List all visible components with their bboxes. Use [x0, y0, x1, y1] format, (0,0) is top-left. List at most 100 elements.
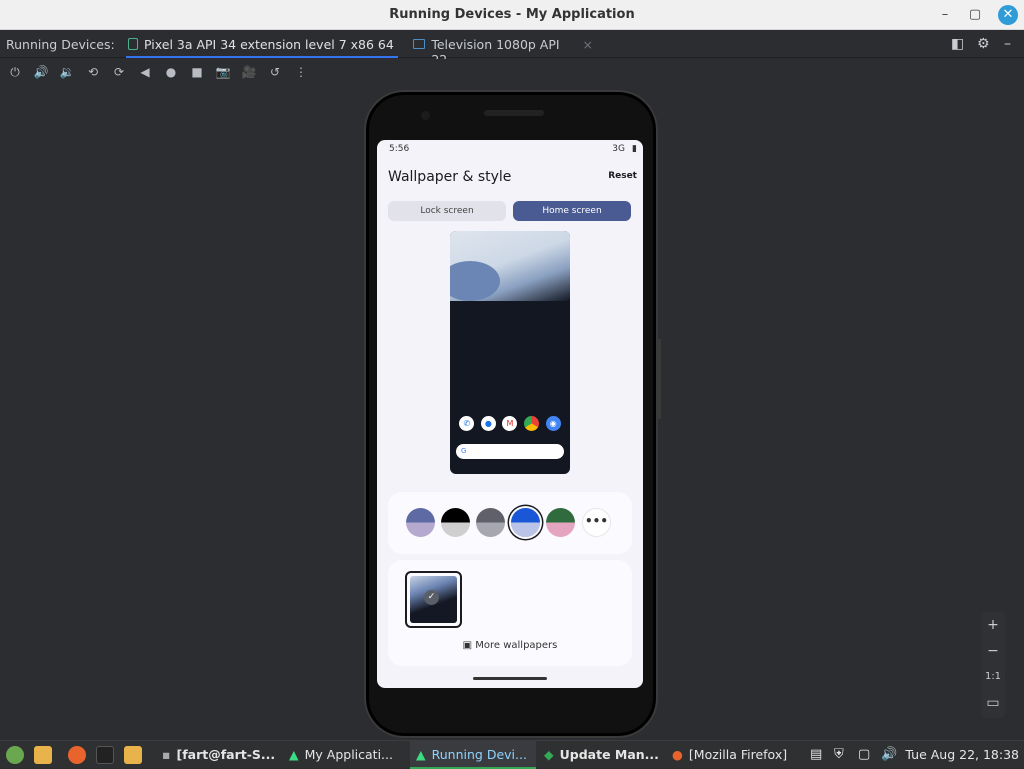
gesture-bar	[473, 677, 547, 680]
more-colors-button[interactable]: •••	[582, 508, 611, 537]
reset-icon[interactable]: ↺	[266, 64, 284, 80]
wallpaper-card: ✓ ▣ More wallpapers	[388, 560, 632, 666]
taskbar-item-label: [Mozilla Firefox]	[688, 747, 788, 762]
taskbar-item-label: Update Man...	[559, 747, 659, 762]
taskbar-item-update-manager[interactable]: ◆ Update Man...	[538, 741, 664, 769]
taskbar: ▪ [fart@fart-S... ▲ My Applicati... ▲ Runni…	[0, 740, 1024, 769]
close-tab-icon[interactable]: ×	[583, 37, 593, 58]
volume-icon[interactable]: 🔊	[881, 747, 897, 762]
home-screen-preview[interactable]: ✆ ● M ◉ G	[450, 231, 570, 474]
tab-television[interactable]: Television 1080p API 22 ×	[413, 30, 593, 67]
tab-pixel-3a[interactable]: Pixel 3a API 34 extension level 7 x86 64	[126, 30, 398, 58]
android-icon: ▲	[416, 747, 426, 762]
status-bar: 5:56 3G ▮	[377, 140, 643, 160]
home-icon[interactable]: ●	[162, 64, 180, 80]
firefox-window-icon: ●	[672, 747, 683, 762]
more-icon[interactable]: ⋮	[292, 64, 310, 80]
running-devices-label: Running Devices:	[6, 37, 115, 52]
more-wallpapers-button[interactable]: ▣ More wallpapers	[388, 640, 632, 651]
google-search-bar: G	[456, 444, 564, 459]
zoom-in-button[interactable]: +	[981, 612, 1005, 638]
swatch-top	[406, 508, 435, 523]
close-button[interactable]: ✕	[998, 5, 1018, 25]
color-option-2[interactable]	[441, 508, 470, 537]
tab-label: Television 1080p API 22	[431, 37, 560, 67]
zoom-controls: + − 1:1 ▭	[981, 612, 1005, 718]
volume-down-icon[interactable]: 🔉	[58, 64, 76, 80]
swatch-top	[546, 508, 575, 523]
tab-home-screen[interactable]: Home screen	[513, 201, 631, 221]
color-option-1[interactable]	[406, 508, 435, 537]
taskbar-item-label: [fart@fart-S...	[176, 747, 276, 762]
color-option-3[interactable]	[476, 508, 505, 537]
layout-icon[interactable]: ◧	[951, 36, 964, 52]
color-option-4-selected[interactable]	[511, 508, 540, 537]
color-options-card: •••	[388, 492, 632, 554]
notes-icon[interactable]: ▤	[810, 747, 822, 762]
current-wallpaper-thumbnail[interactable]: ✓	[405, 571, 462, 628]
swatch-bottom	[546, 522, 575, 537]
device-toolbar: ⏻ 🔊 🔉 ⟲ ⟳ ◀ ● ■ 📷 🎥 ↺ ⋮	[0, 59, 1024, 86]
battery-icon: ▮	[632, 144, 637, 154]
swatch-bottom	[511, 522, 540, 537]
taskbar-item-running-devices[interactable]: ▲ Running Devi...	[410, 741, 536, 769]
swatch-bottom	[406, 522, 435, 537]
tab-label: Pixel 3a API 34 extension level 7 x86 64	[144, 37, 394, 52]
maximize-button[interactable]: ▢	[965, 5, 985, 25]
volume-up-icon[interactable]: 🔊	[32, 64, 50, 80]
camera-app-icon: ◉	[545, 416, 561, 431]
check-icon: ✓	[424, 590, 439, 605]
taskbar-item-label: Running Devi...	[431, 747, 527, 762]
back-icon[interactable]: ◀	[136, 64, 154, 80]
terminal-window-icon: ▪	[162, 747, 171, 762]
window-list-icon[interactable]: ▢	[858, 747, 870, 762]
firefox-icon[interactable]	[68, 746, 86, 764]
reset-button[interactable]: Reset	[608, 171, 637, 181]
preview-dock: ✆ ● M ◉	[456, 416, 564, 434]
status-network: 3G	[612, 144, 625, 154]
window-title: Running Devices - My Application	[389, 7, 635, 22]
clock[interactable]: Tue Aug 22, 18:38	[905, 747, 1019, 762]
screenshot-icon[interactable]: 📷	[214, 64, 232, 80]
zoom-out-button[interactable]: −	[981, 638, 1005, 664]
folder-icon[interactable]	[124, 746, 142, 764]
more-wallpapers-label: More wallpapers	[475, 640, 558, 651]
screen-record-icon[interactable]: 🎥	[240, 64, 258, 80]
chrome-app-icon	[524, 416, 540, 431]
page-title: Wallpaper & style	[388, 169, 512, 185]
terminal-icon[interactable]	[96, 746, 114, 764]
tab-lock-screen[interactable]: Lock screen	[388, 201, 506, 221]
taskbar-item-label: My Applicati...	[304, 747, 393, 762]
swatch-top	[476, 508, 505, 523]
swatch-top	[511, 508, 540, 523]
menu-icon[interactable]	[6, 746, 24, 764]
zoom-actual-size-button[interactable]: 1:1	[981, 664, 1005, 690]
swatch-bottom	[476, 522, 505, 537]
minimize-button[interactable]: –	[935, 5, 955, 25]
files-icon[interactable]	[34, 746, 52, 764]
front-camera-icon	[421, 111, 430, 120]
gear-icon[interactable]: ⚙	[977, 36, 990, 52]
taskbar-item-my-application[interactable]: ▲ My Applicati...	[283, 741, 407, 769]
window-titlebar: Running Devices - My Application – ▢ ✕	[0, 0, 1024, 30]
android-icon: ▲	[289, 747, 299, 762]
color-option-5[interactable]	[546, 508, 575, 537]
shield-update-icon[interactable]: ⛨	[834, 747, 844, 762]
taskbar-item-firefox[interactable]: ● [Mozilla Firefox]	[666, 741, 796, 769]
wallpaper-thumbnail-image: ✓	[410, 576, 457, 623]
overview-icon[interactable]: ■	[188, 64, 206, 80]
rotate-right-icon[interactable]: ⟳	[110, 64, 128, 80]
rotate-left-icon[interactable]: ⟲	[84, 64, 102, 80]
gmail-app-icon: M	[502, 416, 518, 431]
phone-app-icon: ✆	[459, 416, 475, 431]
device-screen[interactable]: 5:56 3G ▮ Wallpaper & style Reset Lock s…	[377, 140, 643, 688]
speaker-grille	[484, 110, 544, 116]
swatch-top	[441, 508, 470, 523]
zoom-fit-icon[interactable]: ▭	[981, 690, 1005, 716]
device-tabs-bar: Running Devices: Pixel 3a API 34 extensi…	[0, 30, 1024, 67]
minimize-panel-icon[interactable]: –	[1004, 36, 1011, 52]
taskbar-item-terminal[interactable]: ▪ [fart@fart-S...	[156, 741, 280, 769]
phone-side-button	[658, 339, 661, 419]
power-icon[interactable]: ⏻	[6, 64, 24, 80]
status-time: 5:56	[389, 144, 410, 154]
